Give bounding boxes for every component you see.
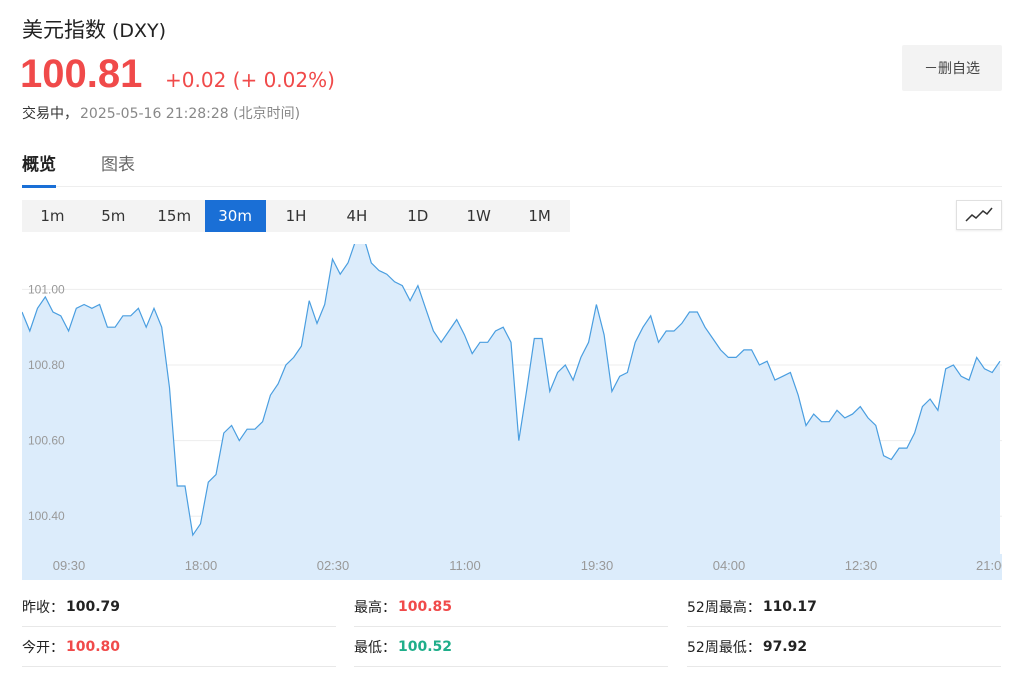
timeframe-1m[interactable]: 1m bbox=[22, 200, 83, 232]
header-title: 美元指数 (DXY) bbox=[22, 14, 166, 44]
stat-value: 100.80 bbox=[66, 639, 121, 655]
tab-chart[interactable]: 图表 bbox=[101, 150, 135, 185]
stat-prev-close: 昨收： 100.79 bbox=[22, 588, 336, 627]
timeframe-1mo[interactable]: 1M bbox=[509, 200, 570, 232]
y-tick-label: 100.60 bbox=[28, 434, 65, 448]
stat-open: 今开： 100.80 bbox=[22, 628, 336, 667]
stat-52w-low: 52周最低： 97.92 bbox=[687, 628, 1001, 667]
timeframe-4h[interactable]: 4H bbox=[326, 200, 387, 232]
price-chart-svg: 101.00 100.80 100.60 100.40 09:30 18:00 02:30 1… bbox=[22, 244, 1002, 580]
stat-value: 97.92 bbox=[762, 639, 808, 655]
y-tick-label: 100.80 bbox=[28, 358, 65, 372]
stat-label: 今开： bbox=[22, 640, 64, 656]
x-tick-label: 11:00 bbox=[449, 558, 481, 573]
index-name: 美元指数 bbox=[22, 18, 106, 42]
stat-low: 最低： 100.52 bbox=[354, 628, 668, 667]
stat-value: 100.52 bbox=[398, 639, 453, 655]
price-chart[interactable]: 101.00 100.80 100.60 100.40 09:30 18:00 02:30 1… bbox=[22, 244, 1002, 580]
stat-value: 110.17 bbox=[762, 599, 817, 615]
price-change: +0.02 (+ 0.02%) bbox=[165, 68, 335, 92]
trading-status: 交易中， 2025-05-16 21:28:28 (北京时间) bbox=[22, 103, 300, 123]
y-tick-label: 100.40 bbox=[28, 509, 65, 523]
line-chart-icon bbox=[965, 207, 993, 222]
timestamp: 2025-05-16 21:28:28 (北京时间) bbox=[80, 106, 301, 122]
x-tick-label: 09:30 bbox=[53, 558, 86, 573]
tab-overview[interactable]: 概览 bbox=[22, 150, 56, 188]
x-tick-label: 18:00 bbox=[185, 558, 218, 573]
stat-value: 100.85 bbox=[398, 599, 453, 615]
tab-bar: 概览 图表 bbox=[22, 150, 1002, 188]
stat-label: 昨收： bbox=[22, 600, 64, 616]
x-tick-label: 19:30 bbox=[581, 558, 614, 573]
stat-label: 52周最高： bbox=[687, 600, 761, 616]
timeframe-5m[interactable]: 5m bbox=[83, 200, 144, 232]
y-tick-label: 101.00 bbox=[28, 282, 65, 296]
x-tick-label: 21:00 bbox=[976, 558, 1002, 573]
timeframe-1w[interactable]: 1W bbox=[448, 200, 509, 232]
current-price: 100.81 bbox=[20, 52, 143, 96]
stat-52w-high: 52周最高： 110.17 bbox=[687, 588, 1001, 627]
x-tick-label: 04:00 bbox=[713, 558, 746, 573]
remove-watchlist-button[interactable]: －删自选 bbox=[902, 45, 1002, 91]
timeframe-15m[interactable]: 15m bbox=[144, 200, 205, 232]
stat-label: 最低： bbox=[354, 640, 396, 656]
stat-high: 最高： 100.85 bbox=[354, 588, 668, 627]
timeframe-1h[interactable]: 1H bbox=[266, 200, 327, 232]
timeframe-bar: 1m 5m 15m 30m 1H 4H 1D 1W 1M bbox=[22, 200, 570, 232]
x-tick-label: 12:30 bbox=[845, 558, 878, 573]
chart-type-button[interactable] bbox=[956, 200, 1002, 230]
timeframe-30m[interactable]: 30m bbox=[204, 200, 266, 232]
stat-value: 100.79 bbox=[66, 599, 121, 615]
stat-label: 52周最低： bbox=[687, 640, 761, 656]
timeframe-1d[interactable]: 1D bbox=[387, 200, 448, 232]
status-label: 交易中， bbox=[22, 106, 78, 122]
index-code: (DXY) bbox=[112, 20, 167, 42]
x-tick-label: 02:30 bbox=[317, 558, 350, 573]
stat-label: 最高： bbox=[354, 600, 396, 616]
